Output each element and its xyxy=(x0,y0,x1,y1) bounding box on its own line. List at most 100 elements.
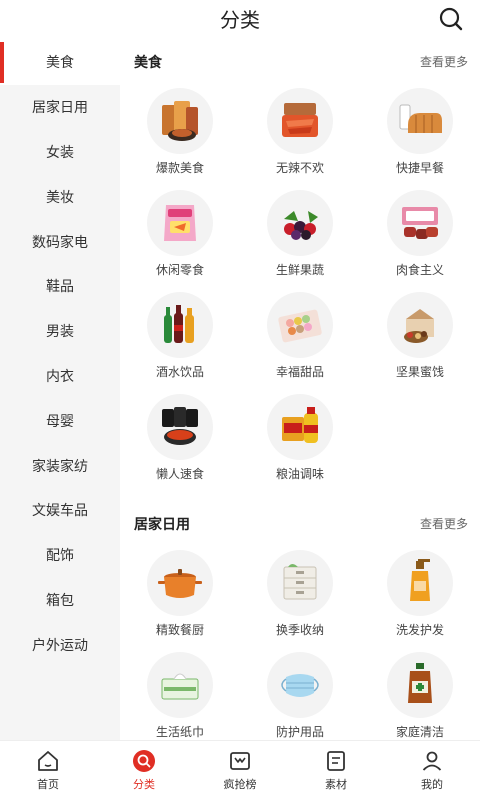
sidebar-item-label: 鞋品 xyxy=(46,279,74,296)
sidebar-item-home-daily[interactable]: 居家日用 xyxy=(0,85,120,130)
storage-drawer-icon xyxy=(267,550,333,616)
user-icon xyxy=(422,751,442,771)
subcategory-item[interactable]: 肉食主义 xyxy=(360,190,480,278)
subcategory-item[interactable]: 幸福甜品 xyxy=(240,292,360,380)
section-title: 美食 xyxy=(134,55,162,71)
sidebar-item-underwear[interactable]: 内衣 xyxy=(0,354,120,399)
shampoo-icon xyxy=(387,550,453,616)
face-mask-icon xyxy=(267,652,333,718)
sidebar-item-label: 家装家纺 xyxy=(32,458,88,475)
page-title: 分类 xyxy=(220,8,260,32)
disinfectant-icon xyxy=(387,652,453,718)
subcategory-label: 爆款美食 xyxy=(155,161,204,175)
view-more-link[interactable]: 查看更多 xyxy=(420,53,468,70)
ranking-icon xyxy=(230,752,250,770)
tab-label: 分类 xyxy=(133,778,155,791)
subcategory-label: 快捷早餐 xyxy=(395,161,444,175)
sidebar-item-beauty[interactable]: 美妆 xyxy=(0,174,120,219)
sidebar-item-label: 箱包 xyxy=(46,592,74,609)
subcategory-label: 洗发护发 xyxy=(395,623,444,637)
subcategory-item[interactable]: 粮油调味 xyxy=(240,394,360,482)
subcategory-grid-food: 爆款美食 无辣不欢 快捷早餐 休闲零食 生鲜果蔬 肉食主义 酒水饮品 幸福甜品 … xyxy=(120,80,480,482)
subcategory-label: 酒水饮品 xyxy=(155,365,204,379)
subcategory-label: 粮油调味 xyxy=(275,467,324,481)
bottles-icon xyxy=(147,292,213,358)
berries-icon xyxy=(267,190,333,256)
top-bar: 分类 xyxy=(0,0,480,40)
spicy-meat-icon xyxy=(267,88,333,154)
sidebar-item-label: 居家日用 xyxy=(32,100,88,117)
macaron-icon xyxy=(267,292,333,358)
sidebar-item-womens-wear[interactable]: 女装 xyxy=(0,130,120,175)
subcategory-label: 懒人速食 xyxy=(155,467,204,481)
view-more-link[interactable]: 查看更多 xyxy=(420,515,468,532)
tab-home[interactable]: 首页 xyxy=(0,741,96,800)
sidebar-item-shoes[interactable]: 鞋品 xyxy=(0,264,120,309)
sidebar-item-label: 美食 xyxy=(46,55,74,72)
bread-milk-icon xyxy=(387,88,453,154)
sidebar-item-label: 男装 xyxy=(46,324,74,341)
section-header-food: 美食 查看更多 xyxy=(120,40,480,80)
subcategory-label: 坚果蜜饯 xyxy=(395,365,444,379)
subcategory-label: 生活纸巾 xyxy=(155,725,204,739)
oil-bottle-icon xyxy=(267,394,333,460)
sidebar-item-bags[interactable]: 箱包 xyxy=(0,578,120,623)
subcategory-item[interactable]: 精致餐厨 xyxy=(120,550,240,638)
subcategory-label: 防护用品 xyxy=(275,725,324,739)
category-sidebar: 美食 居家日用 女装 美妆 数码家电 鞋品 男装 内衣 母婴 家装家纺 文娱车品… xyxy=(0,40,120,740)
sidebar-item-label: 母婴 xyxy=(46,413,74,430)
subcategory-label: 休闲零食 xyxy=(155,263,204,277)
subcategory-label: 幸福甜品 xyxy=(275,365,324,379)
search-icon[interactable] xyxy=(438,6,464,32)
subcategory-item[interactable]: 休闲零食 xyxy=(120,190,240,278)
tab-materials[interactable]: 素材 xyxy=(288,741,384,800)
document-icon xyxy=(327,751,345,771)
tab-category[interactable]: 分类 xyxy=(96,741,192,800)
home-icon xyxy=(38,751,58,771)
subcategory-item[interactable]: 坚果蜜饯 xyxy=(360,292,480,380)
subcategory-item[interactable]: 换季收纳 xyxy=(240,550,360,638)
subcategory-item[interactable]: 酒水饮品 xyxy=(120,292,240,380)
section-header-home-daily: 居家日用 查看更多 xyxy=(120,502,480,542)
subcategory-item[interactable]: 无辣不欢 xyxy=(240,88,360,176)
subcategory-item[interactable]: 家庭清洁 xyxy=(360,652,480,740)
subcategory-item[interactable]: 防护用品 xyxy=(240,652,360,740)
subcategory-label: 家庭清洁 xyxy=(395,725,444,739)
sidebar-item-mother-baby[interactable]: 母婴 xyxy=(0,398,120,443)
sidebar-item-entertainment-car[interactable]: 文娱车品 xyxy=(0,488,120,533)
tab-label: 我的 xyxy=(421,778,443,791)
subcategory-item[interactable]: 生活纸巾 xyxy=(120,652,240,740)
sidebar-item-accessories[interactable]: 配饰 xyxy=(0,533,120,578)
tab-profile[interactable]: 我的 xyxy=(384,741,480,800)
tab-label: 素材 xyxy=(325,778,347,791)
section-title: 居家日用 xyxy=(134,517,190,533)
sidebar-item-mens-wear[interactable]: 男装 xyxy=(0,309,120,354)
snack-bag-icon xyxy=(147,190,213,256)
subcategory-item[interactable]: 快捷早餐 xyxy=(360,88,480,176)
subcategory-item[interactable]: 生鲜果蔬 xyxy=(240,190,360,278)
tab-label: 疯抢榜 xyxy=(223,778,257,791)
sidebar-item-label: 女装 xyxy=(46,144,74,161)
sidebar-item-home-textile[interactable]: 家装家纺 xyxy=(0,443,120,488)
bottom-tab-bar: 首页 分类 疯抢榜 素材 我的 xyxy=(0,740,480,800)
sidebar-item-outdoor[interactable]: 户外运动 xyxy=(0,622,120,667)
subcategory-item[interactable]: 洗发护发 xyxy=(360,550,480,638)
subcategory-item[interactable]: 懒人速食 xyxy=(120,394,240,482)
tab-ranking[interactable]: 疯抢榜 xyxy=(192,741,288,800)
sidebar-item-label: 配饰 xyxy=(46,548,74,565)
sidebar-item-label: 文娱车品 xyxy=(32,503,88,520)
sidebar-item-label: 美妆 xyxy=(46,189,74,206)
subcategory-item[interactable]: 爆款美食 xyxy=(120,88,240,176)
sidebar-item-label: 内衣 xyxy=(46,368,74,385)
category-content: 美食 查看更多 爆款美食 无辣不欢 快捷早餐 休闲零食 生鲜果蔬 肉食主义 酒水… xyxy=(120,40,480,740)
pot-icon xyxy=(147,550,213,616)
meat-box-icon xyxy=(387,190,453,256)
packaged-food-icon xyxy=(147,88,213,154)
subcategory-label: 换季收纳 xyxy=(275,623,324,637)
tissue-box-icon xyxy=(147,652,213,718)
subcategory-label: 无辣不欢 xyxy=(275,161,324,175)
tab-label: 首页 xyxy=(37,778,59,791)
nuts-box-icon xyxy=(387,292,453,358)
sidebar-item-food[interactable]: 美食 xyxy=(0,40,120,85)
sidebar-item-digital[interactable]: 数码家电 xyxy=(0,219,120,264)
